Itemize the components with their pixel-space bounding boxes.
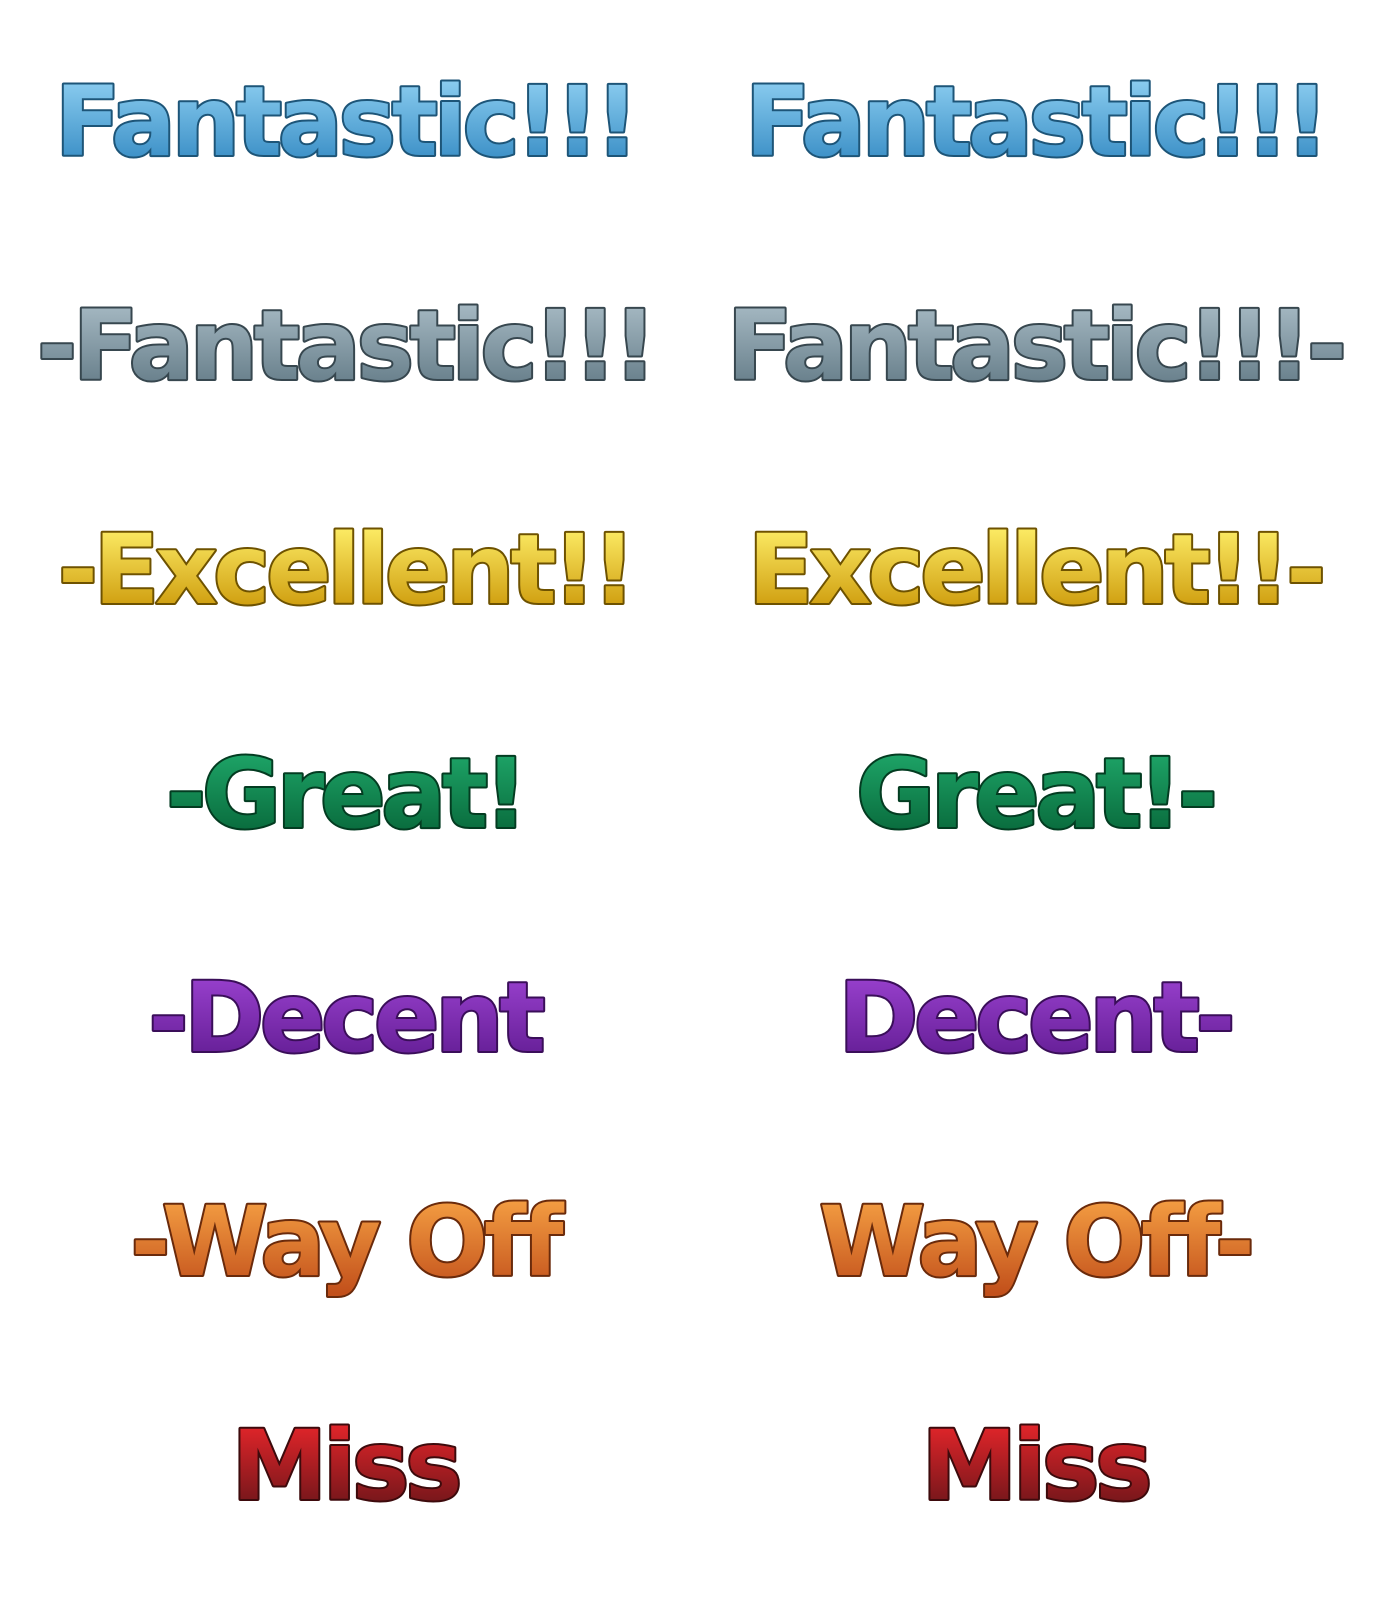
judgment-miss-left: Miss xyxy=(232,1410,459,1522)
judgment-row-fantastic-blue: Fantastic!!! Fantastic!!! xyxy=(53,64,1331,180)
judgment-row-great: -Great! Great!- xyxy=(164,736,1220,852)
judgment-row-way-off: -Way Off Way Off- xyxy=(129,1184,1257,1300)
judgment-miss-right: Miss xyxy=(922,1410,1149,1522)
judgment-row-miss: Miss Miss xyxy=(230,1408,1155,1524)
judgment-row-decent: -Decent Decent- xyxy=(147,960,1238,1076)
judgment-great-right: Great!- xyxy=(856,738,1214,850)
judgment-fantastic-blue-left: Fantastic!!! xyxy=(55,66,635,178)
judgment-fantastic-white-left: -Fantastic!!! xyxy=(37,290,653,402)
judgment-excellent-left: -Excellent!! xyxy=(58,514,632,626)
judgment-decent-left: -Decent xyxy=(149,962,544,1074)
judgment-great-left: -Great! xyxy=(166,738,524,850)
judgment-decent-right: Decent- xyxy=(839,962,1232,1074)
judgment-way-off-left: -Way Off xyxy=(131,1186,565,1298)
judgment-row-fantastic-white: -Fantastic!!! Fantastic!!!- xyxy=(35,288,1349,404)
judgment-fantastic-blue-right: Fantastic!!! xyxy=(745,66,1325,178)
judgment-fantastic-white-right: Fantastic!!!- xyxy=(727,290,1343,402)
judgment-excellent-right: Excellent!!- xyxy=(748,514,1322,626)
judgment-way-off-right: Way Off- xyxy=(819,1186,1251,1298)
judgment-sprite-sheet: Fantastic!!! Fantastic!!!-Fantastic!!! Fan… xyxy=(35,64,1349,1524)
judgment-row-excellent: -Excellent!! Excellent!!- xyxy=(56,512,1328,628)
